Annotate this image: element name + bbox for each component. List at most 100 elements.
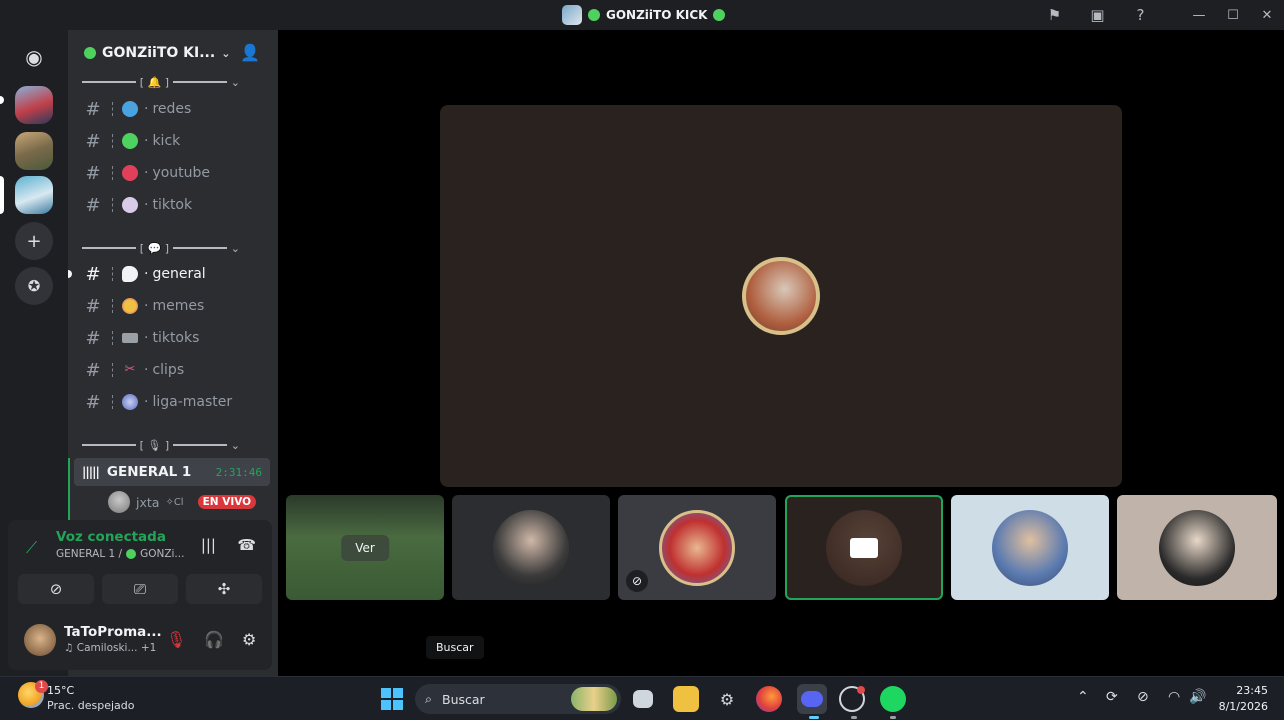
headphones-icon[interactable]: 🎧 [204, 630, 224, 649]
channel-kick[interactable]: # · kick [82, 127, 272, 155]
channel-liga-master[interactable]: # · liga-master [82, 388, 272, 416]
disconnect-icon[interactable]: ☎ [237, 536, 256, 554]
stream-tile[interactable]: Ver [286, 495, 444, 600]
globe-icon [122, 101, 138, 117]
noise-suppression-icon[interactable]: ||| [201, 536, 216, 554]
green-circle-icon [713, 9, 726, 21]
wifi-icon[interactable]: ◠ [1168, 689, 1180, 705]
category-social[interactable]: [ 🔔 ] ⌄ [82, 75, 240, 89]
clock-time: 23:45 [1236, 684, 1268, 697]
participant-tile[interactable] [452, 495, 610, 600]
signal-icon[interactable]: ⟋ [26, 538, 37, 558]
channel-redes[interactable]: # · redes [82, 95, 272, 123]
participant-tile[interactable] [1117, 495, 1277, 600]
voice-location[interactable]: GENERAL 1 / GONZi... [56, 548, 184, 560]
voice-participant[interactable]: jxta ✧Cl EN VIVO [108, 491, 257, 513]
obs-icon[interactable] [839, 686, 865, 712]
weather-widget[interactable]: 1 15°C Prac. despejado [18, 680, 134, 712]
server-icon [562, 5, 582, 25]
green-circle-icon [588, 9, 600, 21]
taskbar: 1 15°C Prac. despejado ⌕ Buscar ⚙ ⌃ ⟳ ⊘ … [0, 676, 1284, 720]
sync-icon[interactable]: ⟳ [1106, 689, 1118, 705]
participant-tile[interactable] [951, 495, 1109, 600]
channel-memes[interactable]: # · memes [82, 292, 272, 320]
search-input[interactable]: ⌕ Buscar [415, 684, 621, 714]
steam-icon[interactable]: ⚙ [714, 686, 740, 712]
channel-tiktok[interactable]: # · tiktok [82, 191, 272, 219]
channel-general[interactable]: # · general [82, 260, 272, 288]
share-screen-button[interactable]: ⎚ [102, 574, 178, 604]
guild-header[interactable]: GONZiiTO KI... ⌄ 👤 [68, 30, 278, 76]
search-placeholder: Buscar [442, 691, 485, 707]
firefox-icon[interactable] [756, 686, 782, 712]
camera-off-button[interactable]: ⊘ [18, 574, 94, 604]
help-icon[interactable]: ? [1119, 0, 1162, 30]
close-button[interactable]: ✕ [1250, 0, 1284, 30]
discord-taskbar-icon[interactable] [797, 684, 827, 714]
maximize-button[interactable]: ☐ [1216, 0, 1250, 30]
chevron-down-icon: ⌄ [230, 241, 240, 255]
app-indicator [890, 716, 896, 719]
eye-off-icon[interactable]: ⊘ [1137, 689, 1149, 705]
hash-icon: # [85, 327, 101, 349]
clock[interactable]: 23:45 8/1/2026 [1219, 683, 1268, 715]
focused-participant[interactable] [440, 105, 1122, 487]
speech-bubble-icon [122, 266, 138, 282]
divider [82, 444, 136, 446]
hash-icon: # [85, 194, 101, 216]
scissors-icon: ✂ [124, 362, 136, 377]
hash-icon: # [85, 295, 101, 317]
volume-icon[interactable]: 🔊 [1189, 689, 1206, 705]
green-circle-icon [84, 47, 96, 59]
task-view-icon[interactable] [633, 690, 653, 708]
participant-tile[interactable]: ⊘ [618, 495, 776, 600]
mic-muted-icon[interactable]: 🎙 [166, 630, 186, 649]
windows-start-icon[interactable] [381, 688, 403, 710]
settings-icon[interactable]: ⚙ [242, 630, 256, 649]
server-icon-1[interactable] [15, 86, 53, 124]
inbox-icon[interactable]: ▣ [1076, 0, 1119, 30]
flag-icon[interactable]: ⚑ [1033, 0, 1076, 30]
hash-icon: # [85, 162, 101, 184]
avatar [493, 509, 569, 586]
weather-icon: 1 [18, 680, 48, 708]
watch-stream-button[interactable]: Ver [341, 534, 389, 561]
username[interactable]: TaToProma... [64, 624, 162, 640]
divider [112, 267, 114, 281]
divider [112, 166, 114, 180]
minimize-button[interactable]: — [1182, 0, 1216, 30]
weather-desc: Prac. despejado [47, 699, 135, 712]
hash-icon: # [85, 130, 101, 152]
voice-status[interactable]: Voz conectada [56, 529, 166, 545]
category-chat[interactable]: [ 💬 ] ⌄ [82, 241, 240, 255]
green-circle-icon [122, 133, 138, 149]
divider [173, 247, 227, 249]
avatar [992, 509, 1068, 586]
channel-youtube[interactable]: # · youtube [82, 159, 272, 187]
channel-tiktoks[interactable]: # · tiktoks [82, 324, 272, 352]
activities-button[interactable]: ✣ [186, 574, 262, 604]
title-bar: GONZiiTO KICK ⚑ ▣ ? — ☐ ✕ [0, 0, 1284, 30]
activity-extra: +1 [140, 642, 157, 654]
add-server-icon[interactable]: + [15, 222, 53, 260]
chevron-up-icon[interactable]: ⌃ [1077, 689, 1089, 705]
add-member-icon[interactable]: 👤 [240, 43, 260, 62]
avatar[interactable] [24, 624, 56, 656]
server-icon-2[interactable] [15, 132, 53, 170]
explore-icon[interactable]: ✪ [15, 267, 53, 305]
channel-clips[interactable]: # ✂ · clips [82, 356, 272, 384]
user-activity: ♫ Camiloski... +1 [64, 642, 156, 654]
voice-channel-general-1[interactable]: ||||| GENERAL 1 2:31:46 [74, 458, 270, 486]
category-voice[interactable]: [ 🎙 ] ⌄ [82, 438, 240, 452]
server-icon-gonziito[interactable] [15, 176, 53, 214]
spotify-icon[interactable] [880, 686, 906, 712]
hash-icon: # [85, 391, 101, 413]
channel-label: general [152, 266, 206, 282]
divider [112, 102, 114, 116]
divider [82, 247, 136, 249]
discord-home-icon[interactable]: ◉ [15, 38, 53, 76]
hash-icon: # [85, 263, 101, 285]
voice-channel-label: GENERAL 1 [106, 464, 192, 480]
file-explorer-icon[interactable] [673, 686, 699, 712]
participant-tile-speaking[interactable] [785, 495, 943, 600]
